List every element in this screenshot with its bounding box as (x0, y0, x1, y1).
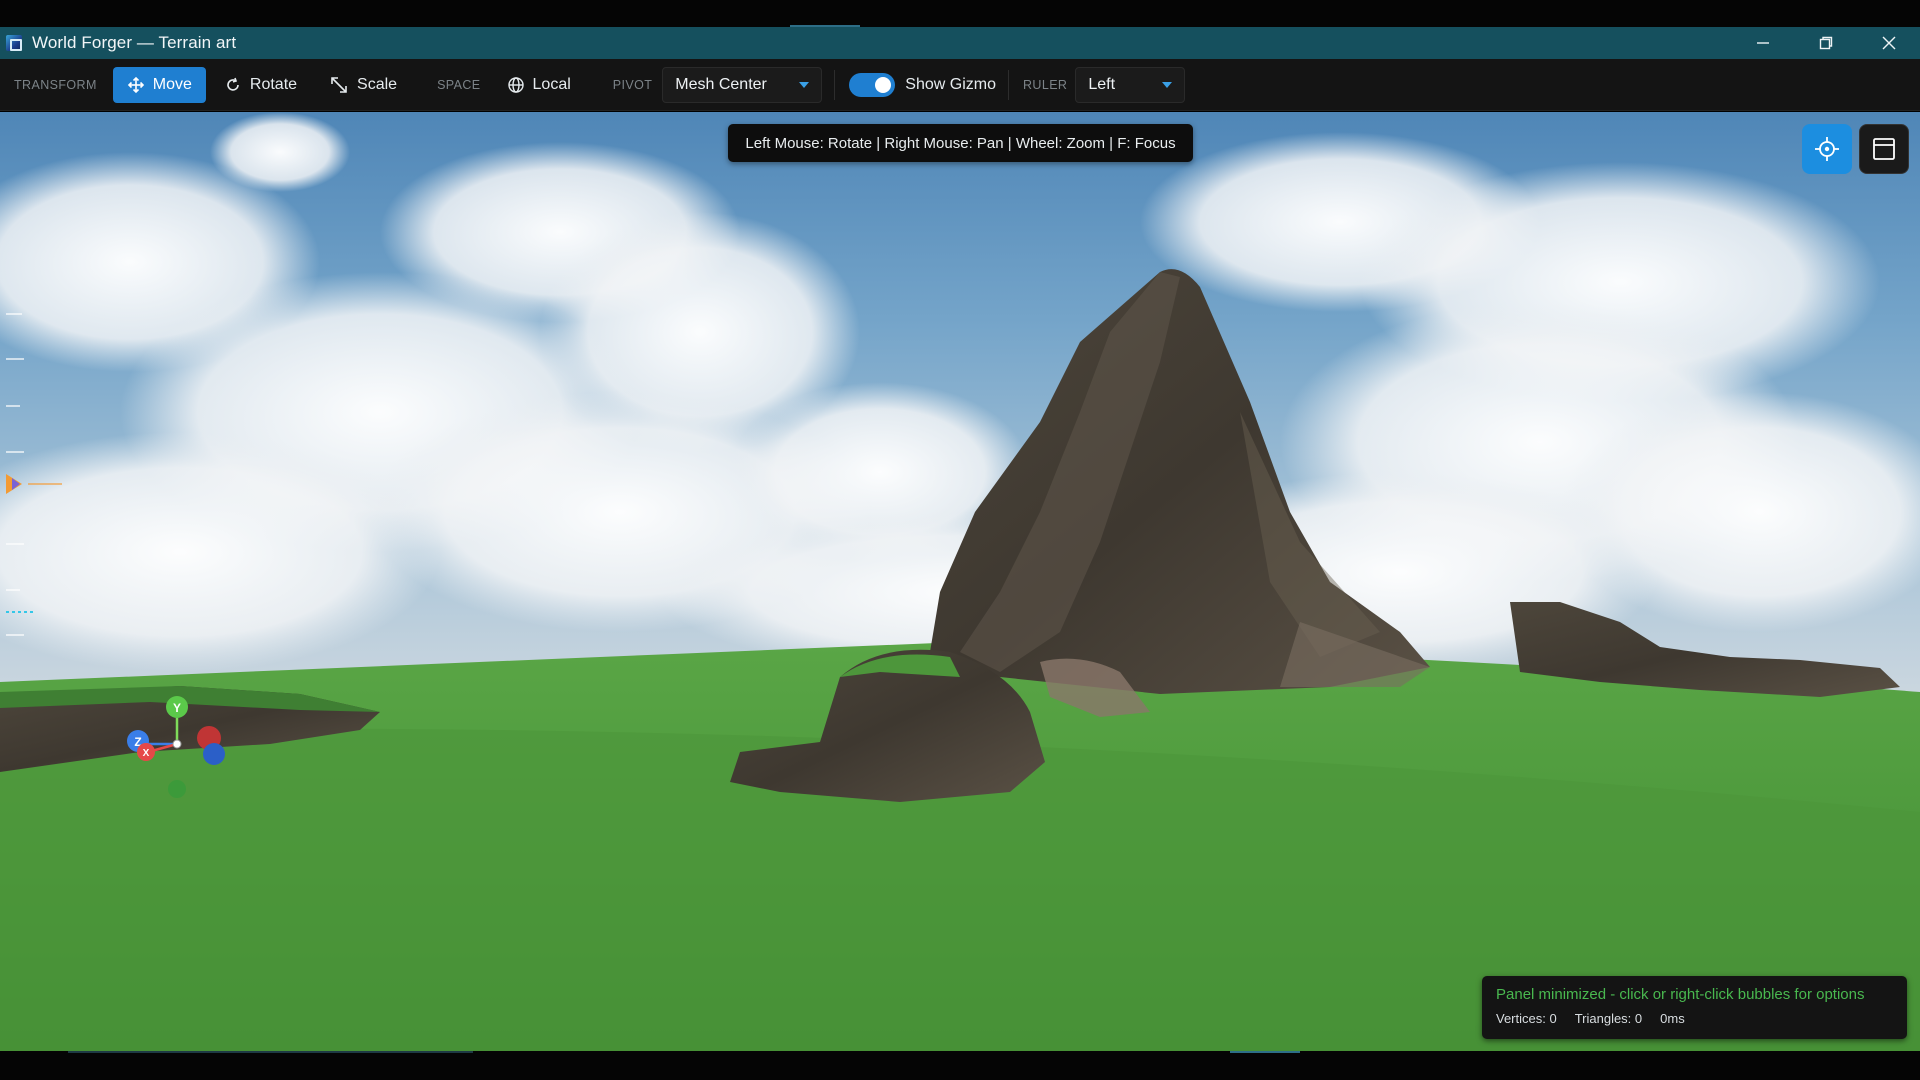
bottom-accent-line (1230, 1051, 1300, 1053)
minimize-button[interactable] (1731, 27, 1794, 59)
rotate-icon (227, 77, 239, 91)
show-gizmo-label: Show Gizmo (905, 75, 996, 93)
bottom-black-bar (0, 1051, 1920, 1080)
rotate-label: Rotate (249, 75, 298, 93)
pivot-value: Mesh Center (675, 75, 767, 93)
toolbar: TRANSFORM Move Rotate Scale SPACE Local … (0, 59, 1920, 111)
top-black-bar (0, 0, 1920, 27)
panel-layout-icon (1873, 138, 1895, 160)
ruler-dropdown[interactable]: Left (1075, 66, 1186, 103)
chevron-down-icon (1162, 81, 1173, 88)
show-gizmo-toggle[interactable] (849, 72, 896, 97)
status-message: Panel minimized - click or right-click b… (1496, 986, 1865, 1003)
ruler-label: RULER (1022, 77, 1068, 92)
close-button[interactable] (1857, 27, 1920, 59)
scale-arrow-icon (331, 76, 347, 93)
bottom-line-left (68, 1051, 473, 1053)
close-icon (1882, 36, 1895, 50)
toggle-knob (875, 76, 892, 93)
chevron-down-icon (799, 81, 810, 88)
rotate-button[interactable]: Rotate (210, 67, 311, 103)
pivot-dropdown[interactable]: Mesh Center (662, 66, 823, 103)
restore-button[interactable] (1794, 27, 1857, 59)
ruler-value: Left (1088, 75, 1116, 93)
app-icon (6, 35, 22, 51)
status-panel[interactable]: Panel minimized - click or right-click b… (1482, 976, 1907, 1039)
space-local-button[interactable]: Local (493, 67, 585, 103)
scale-label: Scale (357, 75, 398, 93)
toolbar-divider (1007, 69, 1009, 100)
move-label: Move (152, 75, 192, 93)
scale-button[interactable]: Scale (315, 67, 411, 103)
crosshair-icon (1815, 137, 1839, 161)
render-time: 0ms (1660, 1011, 1685, 1026)
vertices-count: Vertices: 0 (1496, 1011, 1557, 1026)
status-stats: Vertices: 0 Triangles: 0 0ms (1496, 1011, 1893, 1026)
gizmo-y-label: Y (173, 701, 181, 715)
terrain-scene: Y Z X (0, 112, 1920, 1051)
toolbar-divider (834, 69, 836, 100)
minimize-icon (1756, 42, 1769, 44)
controls-hint: Left Mouse: Rotate | Right Mouse: Pan | … (728, 124, 1193, 162)
title-bar: World Forger — Terrain art (0, 27, 1920, 59)
window-title: World Forger — Terrain art (32, 33, 237, 52)
focus-button[interactable] (1802, 124, 1852, 174)
space-label: SPACE (437, 77, 481, 92)
transform-label: TRANSFORM (14, 77, 97, 92)
move-arrows-icon (127, 76, 144, 93)
triangles-count: Triangles: 0 (1574, 1011, 1643, 1026)
restore-icon (1819, 36, 1832, 50)
space-value: Local (532, 75, 571, 93)
globe-icon (507, 76, 524, 93)
panel-layout-button[interactable] (1859, 124, 1909, 174)
3d-viewport[interactable]: Y Z X Left Mouse: Rotate | Right Mouse: … (0, 112, 1920, 1051)
pivot-label: PIVOT (612, 77, 653, 92)
window-controls (1731, 27, 1920, 59)
gizmo-x-label: X (143, 748, 150, 759)
move-button[interactable]: Move (112, 66, 206, 103)
